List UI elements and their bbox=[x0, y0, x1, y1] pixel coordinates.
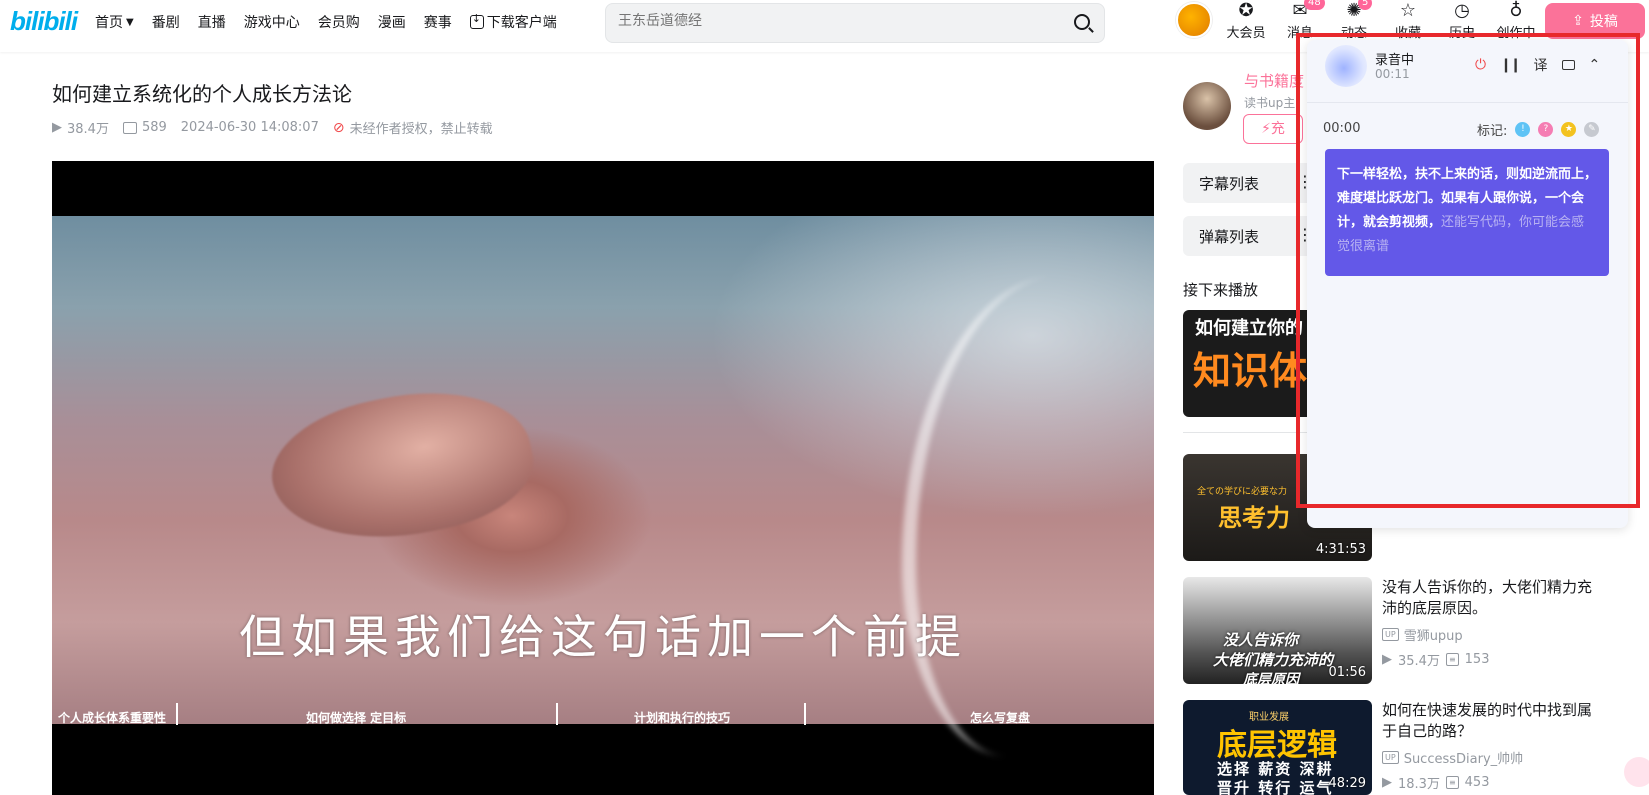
up-next-label: 接下来播放 bbox=[1183, 281, 1259, 299]
favorite-icon: ☆ bbox=[1399, 0, 1417, 21]
chapter-4[interactable]: 怎么写复盘 bbox=[970, 709, 1030, 726]
video-meta: ▶ 38.4万 589 2024-06-30 14:08:07 ⊘ 未经作者授权，禁… bbox=[52, 118, 493, 138]
chapter-divider bbox=[176, 703, 178, 725]
history-icon: ◷ bbox=[1454, 0, 1470, 21]
video-title: 如何建立系统化的个人成长方法论 bbox=[52, 82, 352, 106]
copyright-notice: ⊘ 未经作者授权，禁止转载 bbox=[332, 119, 493, 138]
nav-download-client[interactable]: 下载客户端 bbox=[469, 12, 557, 32]
danmaku-count: 589 bbox=[122, 120, 167, 135]
search-bar bbox=[605, 3, 1105, 43]
user-avatar[interactable] bbox=[1176, 2, 1212, 38]
video-card-title[interactable]: 如何在快速发展的时代中找到属于自己的路？ bbox=[1382, 700, 1602, 742]
video-thumbnail[interactable]: 没人告诉你 大佬们精力充沛的 底层原因 01:56 bbox=[1183, 577, 1372, 684]
header-vip[interactable]: ✪ 大会员 bbox=[1226, 0, 1266, 60]
seashell bbox=[260, 370, 544, 562]
nav-anime[interactable]: 番剧 bbox=[152, 12, 180, 32]
view-count: ▶ 38.4万 bbox=[52, 120, 109, 137]
video-thumbnail[interactable]: 职业发展 底层逻辑 选择 薪资 深耕 晋升 转行 运气 48:29 bbox=[1183, 700, 1372, 795]
video-card-stats: ▶ 18.3万 ≡ 453 bbox=[1382, 775, 1490, 792]
video-duration: 4:31:53 bbox=[1315, 542, 1366, 557]
up-icon: UP bbox=[1382, 628, 1399, 641]
chapter-bar: 个人成长体系重要性 如何做选择 定目标 计划和执行的技巧 怎么写复盘 bbox=[52, 703, 1154, 725]
video-duration: 01:56 bbox=[1328, 665, 1366, 680]
list-item: 没有人告诉你的，大佬们精力充沛的底层原因。 UP 雪狮upup ▶ 35.4万 ≡ 15… bbox=[1382, 577, 1602, 669]
forbidden-icon: ⊘ bbox=[332, 119, 345, 136]
highlight-frame bbox=[1296, 33, 1640, 508]
uploader-avatar[interactable] bbox=[1183, 82, 1231, 130]
video-card-stats: ▶ 35.4万 ≡ 153 bbox=[1382, 652, 1490, 669]
nav-live[interactable]: 直播 bbox=[198, 12, 226, 32]
danmaku-icon: ≡ bbox=[1445, 653, 1459, 666]
up-icon: UP bbox=[1382, 751, 1399, 764]
search-icon[interactable] bbox=[1074, 14, 1090, 30]
play-icon: ▶ bbox=[52, 120, 62, 135]
nav-game-center[interactable]: 游戏中心 bbox=[244, 12, 300, 32]
floating-helper-icon[interactable] bbox=[1624, 757, 1649, 787]
nav-manga[interactable]: 漫画 bbox=[378, 12, 406, 32]
video-card-author[interactable]: UP SuccessDiary_帅帅 bbox=[1382, 748, 1602, 767]
video-player[interactable]: 但如果我们给这句话加一个前提 bbox=[52, 161, 1154, 795]
chapter-divider bbox=[804, 703, 806, 725]
uploader-name[interactable]: 与书籍度 bbox=[1244, 70, 1304, 91]
play-icon: ▶ bbox=[1382, 775, 1392, 790]
vip-icon: ✪ bbox=[1238, 0, 1254, 21]
danmaku-icon: ≡ bbox=[1445, 776, 1459, 789]
video-subtitle: 但如果我们给这句话加一个前提 bbox=[239, 610, 967, 664]
bilibili-logo[interactable]: bilibili bbox=[10, 6, 78, 37]
chapter-divider bbox=[556, 703, 558, 725]
creator-icon: ♁ bbox=[1509, 0, 1523, 21]
chapter-1[interactable]: 个人成长体系重要性 bbox=[58, 709, 166, 726]
video-duration: 48:29 bbox=[1328, 776, 1366, 791]
wave-foam bbox=[902, 276, 1154, 756]
play-icon: ▶ bbox=[1382, 652, 1392, 667]
chapter-2[interactable]: 如何做选择 定目标 bbox=[306, 709, 406, 726]
message-badge: 48 bbox=[1304, 0, 1325, 10]
uploader-desc: 读书up主 bbox=[1244, 96, 1296, 110]
nav-mall[interactable]: 会员购 bbox=[318, 12, 360, 32]
download-icon bbox=[469, 12, 484, 29]
top-nav: 首页▼ 番剧 直播 游戏中心 会员购 漫画 赛事 下载客户端 bbox=[95, 12, 557, 32]
charge-button[interactable]: ⚡充 bbox=[1243, 114, 1303, 144]
list-item: 如何在快速发展的时代中找到属于自己的路？ UP SuccessDiary_帅帅 ▶… bbox=[1382, 700, 1602, 792]
lightning-icon: ⚡ bbox=[1261, 121, 1271, 137]
chevron-down-icon: ▼ bbox=[126, 16, 134, 28]
upload-icon: ⇪ bbox=[1572, 13, 1584, 29]
nav-home[interactable]: 首页 ▼ bbox=[95, 12, 134, 32]
chapter-3[interactable]: 计划和执行的技巧 bbox=[634, 709, 730, 726]
video-card-title[interactable]: 没有人告诉你的，大佬们精力充沛的底层原因。 bbox=[1382, 577, 1602, 619]
nav-esports[interactable]: 赛事 bbox=[424, 12, 452, 32]
video-card-author[interactable]: UP 雪狮upup bbox=[1382, 625, 1602, 644]
danmaku-icon bbox=[122, 121, 137, 134]
publish-date: 2024-06-30 14:08:07 bbox=[180, 120, 319, 135]
search-input[interactable] bbox=[618, 13, 1038, 29]
